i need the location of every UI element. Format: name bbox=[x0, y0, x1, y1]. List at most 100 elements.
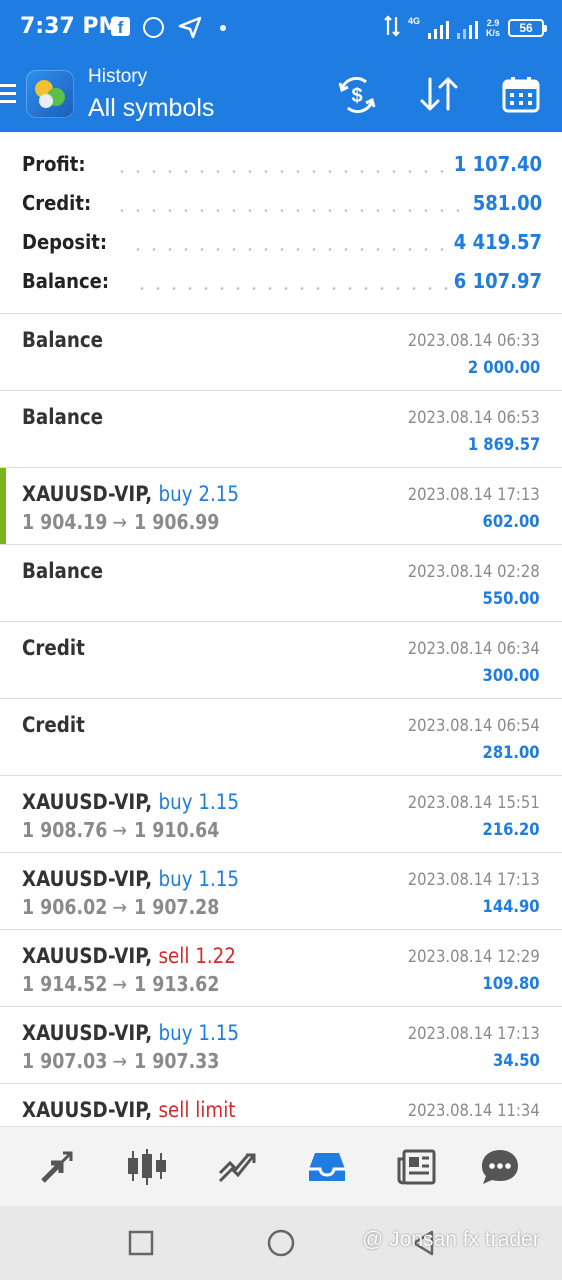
deal-row[interactable]: Credit 2023.08.14 06:34 300.00 bbox=[0, 622, 562, 699]
deal-row[interactable]: XAUUSD-VIP, buy 1.15 1 908.76 → 1 910.64 2… bbox=[0, 776, 562, 853]
deal-type: buy 2.15 bbox=[158, 482, 240, 506]
app-logo-icon[interactable] bbox=[26, 70, 74, 118]
deal-close-price: 1 907.33 bbox=[134, 1049, 220, 1073]
deal-symbol: XAUUSD-VIP, bbox=[22, 482, 153, 506]
deal-open-price: 1 908.76 bbox=[22, 818, 108, 842]
status-right: 4G 2.9 K/s 56 bbox=[384, 14, 547, 42]
deal-type: sell 1.22 bbox=[158, 944, 236, 968]
deal-amount: 216.20 bbox=[482, 820, 540, 840]
signal-icon bbox=[427, 17, 449, 39]
arrow-icon: → bbox=[112, 818, 128, 842]
facebook-icon: f bbox=[111, 17, 130, 37]
status-bar: 7:37 PM f 4G 2.9 K/s 56 bbox=[0, 0, 562, 58]
page-subtitle: History bbox=[88, 66, 148, 87]
summary-row-profit: Profit: 1 107.40 bbox=[22, 152, 542, 182]
deal-type: buy 1.15 bbox=[158, 790, 240, 814]
deal-time: 2023.08.14 06:54 bbox=[407, 716, 540, 736]
deal-symbol: XAUUSD-VIP, bbox=[22, 867, 153, 891]
deal-row[interactable]: Balance 2023.08.14 06:53 1 869.57 bbox=[0, 391, 562, 468]
summary-value: 1 107.40 bbox=[453, 152, 542, 176]
home-button[interactable] bbox=[266, 1228, 296, 1258]
deal-amount: 109.80 bbox=[482, 974, 540, 994]
quotes-icon[interactable] bbox=[35, 1145, 79, 1189]
deal-row[interactable]: XAUUSD-VIP, buy 1.15 1 907.03 → 1 907.33 2… bbox=[0, 1007, 562, 1084]
arrow-icon: → bbox=[112, 972, 128, 996]
dot-icon bbox=[220, 25, 226, 31]
trade-icon[interactable] bbox=[215, 1145, 259, 1189]
arrow-icon: → bbox=[112, 510, 128, 534]
deal-time: 2023.08.14 06:34 bbox=[407, 639, 540, 659]
deal-open-price: 1 906.02 bbox=[22, 895, 108, 919]
deal-time: 2023.08.14 15:51 bbox=[407, 793, 540, 813]
summary-label: Balance: bbox=[22, 269, 110, 293]
account-summary: Profit: 1 107.40 Credit: 581.00 Deposit:… bbox=[0, 132, 562, 314]
summary-row-balance: Balance: 6 107.97 bbox=[22, 269, 542, 299]
news-icon[interactable] bbox=[395, 1145, 439, 1189]
history-icon[interactable] bbox=[305, 1145, 349, 1189]
messages-icon[interactable] bbox=[478, 1145, 522, 1189]
calendar-icon[interactable] bbox=[500, 74, 542, 116]
deal-row[interactable]: Credit 2023.08.14 06:54 281.00 bbox=[0, 699, 562, 776]
deal-amount: 1 869.57 bbox=[467, 435, 540, 455]
deal-symbol: XAUUSD-VIP, bbox=[22, 944, 153, 968]
deal-type: sell limit bbox=[158, 1098, 236, 1122]
deal-symbol: XAUUSD-VIP, bbox=[22, 790, 153, 814]
deal-type: buy 1.15 bbox=[158, 1021, 240, 1045]
deal-amount: 2 000.00 bbox=[467, 358, 540, 378]
deal-time: 2023.08.14 17:13 bbox=[407, 485, 540, 505]
summary-value: 6 107.97 bbox=[453, 269, 542, 293]
deal-close-price: 1 913.62 bbox=[134, 972, 220, 996]
deal-close-price: 1 910.64 bbox=[134, 818, 220, 842]
deal-amount: 34.50 bbox=[493, 1051, 540, 1071]
summary-label: Credit: bbox=[22, 191, 92, 215]
data-arrows-icon bbox=[384, 14, 400, 42]
arrow-icon: → bbox=[112, 1049, 128, 1073]
menu-icon[interactable] bbox=[0, 84, 16, 104]
deal-row[interactable]: XAUUSD-VIP, buy 1.15 1 906.02 → 1 907.28 2… bbox=[0, 853, 562, 930]
bottom-nav bbox=[0, 1126, 562, 1206]
chart-icon[interactable] bbox=[125, 1145, 169, 1189]
deal-amount: 602.00 bbox=[482, 512, 540, 532]
sort-icon[interactable] bbox=[418, 74, 460, 116]
send-icon bbox=[178, 15, 202, 44]
deal-row[interactable]: XAUUSD-VIP, sell 1.22 1 914.52 → 1 913.62 … bbox=[0, 930, 562, 1007]
page-title[interactable]: All symbols bbox=[88, 94, 214, 123]
summary-label: Deposit: bbox=[22, 230, 108, 254]
deal-row[interactable]: XAUUSD-VIP, sell limit 2023.08.14 11:34 bbox=[0, 1084, 562, 1126]
deal-row[interactable]: XAUUSD-VIP, buy 2.15 1 904.19 → 1 906.99 2… bbox=[0, 468, 562, 545]
deal-time: 2023.08.14 06:33 bbox=[407, 331, 540, 351]
watermark: @ Jonsan fx trader bbox=[362, 1228, 540, 1251]
app-bar: History All symbols $ bbox=[0, 58, 562, 132]
recents-button[interactable] bbox=[126, 1228, 156, 1258]
currency-exchange-icon[interactable]: $ bbox=[336, 74, 378, 116]
deal-row[interactable]: Balance 2023.08.14 06:33 2 000.00 bbox=[0, 314, 562, 391]
summary-label: Profit: bbox=[22, 152, 86, 176]
whatsapp-icon bbox=[143, 17, 164, 38]
network-type: 4G bbox=[407, 16, 420, 26]
deal-time: 2023.08.14 02:28 bbox=[407, 562, 540, 582]
dotted-leader bbox=[134, 287, 450, 290]
deal-open-price: 1 907.03 bbox=[22, 1049, 108, 1073]
deal-type: buy 1.15 bbox=[158, 867, 240, 891]
deal-time: 2023.08.14 12:29 bbox=[407, 947, 540, 967]
status-time: 7:37 PM bbox=[20, 14, 121, 39]
dotted-leader bbox=[130, 248, 450, 251]
deal-amount: 550.00 bbox=[482, 589, 540, 609]
deal-amount: 144.90 bbox=[482, 897, 540, 917]
deal-symbol: Balance bbox=[22, 405, 104, 429]
deal-symbol: Credit bbox=[22, 713, 85, 737]
deal-close-price: 1 906.99 bbox=[134, 510, 220, 534]
deal-symbol: Balance bbox=[22, 559, 104, 583]
deal-row[interactable]: Balance 2023.08.14 02:28 550.00 bbox=[0, 545, 562, 622]
dotted-leader bbox=[114, 170, 450, 173]
network-speed: 2.9 K/s bbox=[485, 18, 500, 38]
svg-text:$: $ bbox=[351, 85, 362, 107]
deal-amount: 281.00 bbox=[482, 743, 540, 763]
deals-list[interactable]: Balance 2023.08.14 06:33 2 000.00 Balanc… bbox=[0, 314, 562, 1126]
deal-time: 2023.08.14 11:34 bbox=[407, 1101, 540, 1121]
deal-open-price: 1 914.52 bbox=[22, 972, 108, 996]
summary-row-credit: Credit: 581.00 bbox=[22, 191, 542, 221]
deal-open-price: 1 904.19 bbox=[22, 510, 108, 534]
deal-symbol: Credit bbox=[22, 636, 85, 660]
deal-amount: 300.00 bbox=[482, 666, 540, 686]
